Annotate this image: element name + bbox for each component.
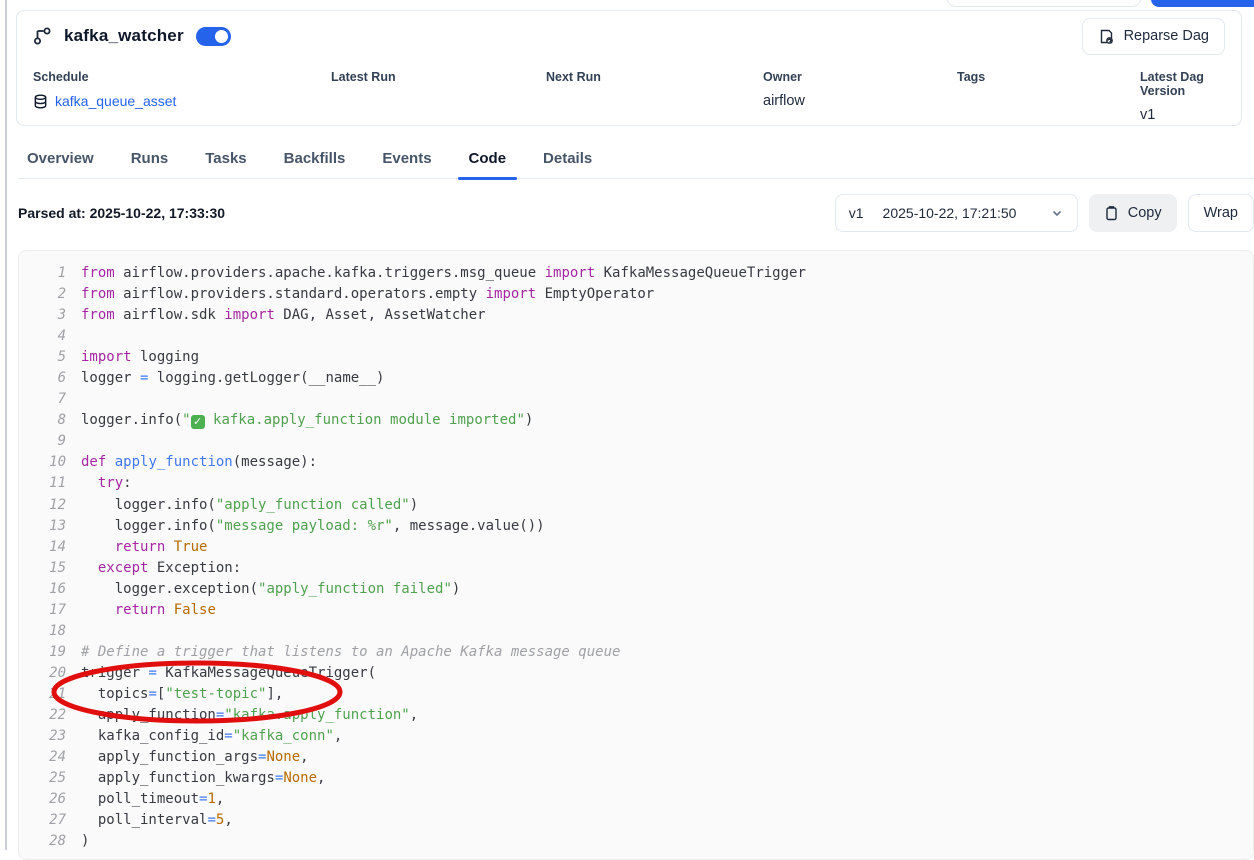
line-number: 19 (19, 642, 66, 663)
line-number: 1 (19, 263, 66, 284)
code-line: 22 apply_function="kafka.apply_function"… (19, 705, 1253, 726)
chevron-down-icon (1050, 206, 1064, 220)
clipboard-icon (1104, 205, 1119, 221)
search-input-fragment[interactable] (946, 0, 1142, 7)
code-line: 15 except Exception: (19, 558, 1253, 579)
line-number: 21 (19, 684, 66, 705)
code-line: 10def apply_function(message): (19, 452, 1253, 473)
line-number: 15 (19, 558, 66, 579)
line-number: 12 (19, 495, 66, 516)
primary-button-fragment[interactable] (1151, 0, 1254, 7)
reparse-icon (1098, 28, 1115, 45)
line-number: 17 (19, 600, 66, 621)
code-line: 25 apply_function_kwargs=None, (19, 768, 1253, 789)
code-line: 27 poll_interval=5, (19, 810, 1253, 831)
wrap-button[interactable]: Wrap (1188, 194, 1254, 232)
code-line: 6logger = logging.getLogger(__name__) (19, 368, 1253, 389)
code-line: 4 (19, 326, 1253, 347)
line-number: 16 (19, 579, 66, 600)
code-line: 16 logger.exception("apply_function fail… (19, 579, 1253, 600)
dag-version-select[interactable]: v1 2025-10-22, 17:21:50 (835, 194, 1078, 232)
stat-owner: Owner airflow (763, 70, 957, 123)
tab-tasks[interactable]: Tasks (203, 140, 248, 178)
dag-tabs: Overview Runs Tasks Backfills Events Code Deta… (18, 140, 1254, 179)
line-number: 22 (19, 705, 66, 726)
line-number: 25 (19, 768, 66, 789)
dag-title: kafka_watcher (64, 26, 184, 46)
parsed-at-text: Parsed at: 2025-10-22, 17:33:30 (18, 205, 225, 221)
panel-divider (5, 0, 7, 850)
stat-latest-dag-version: Latest Dag Version v1 (1140, 70, 1225, 123)
line-number: 24 (19, 747, 66, 768)
line-number: 6 (19, 368, 66, 389)
code-line: 14 return True (19, 537, 1253, 558)
dag-pause-toggle[interactable] (196, 27, 231, 46)
code-line: 8logger.info("✓ kafka.apply_function mod… (19, 410, 1253, 431)
code-line: 20trigger = KafkaMessageQueueTrigger( (19, 663, 1253, 684)
tab-overview[interactable]: Overview (25, 140, 96, 178)
line-number: 9 (19, 431, 66, 452)
code-line: 9 (19, 431, 1253, 452)
line-number: 3 (19, 305, 66, 326)
line-number: 7 (19, 389, 66, 410)
asset-database-icon (33, 94, 48, 109)
code-toolbar: Parsed at: 2025-10-22, 17:33:30 v1 2025-… (18, 194, 1254, 232)
tab-code[interactable]: Code (467, 140, 509, 178)
line-number: 13 (19, 516, 66, 537)
code-line: 12 logger.info("apply_function called") (19, 495, 1253, 516)
line-number: 5 (19, 347, 66, 368)
line-number: 28 (19, 831, 66, 852)
line-number: 18 (19, 621, 66, 642)
code-line: 24 apply_function_args=None, (19, 747, 1253, 768)
stat-latest-run: Latest Run (331, 70, 546, 123)
reparse-dag-button[interactable]: Reparse Dag (1082, 18, 1225, 55)
dag-source-code: 1from airflow.providers.apache.kafka.tri… (18, 250, 1254, 860)
tab-backfills[interactable]: Backfills (282, 140, 348, 178)
version-value: v1 (849, 205, 864, 221)
code-line: 13 logger.info("message payload: %r", me… (19, 516, 1253, 537)
line-number: 27 (19, 810, 66, 831)
line-number: 11 (19, 473, 66, 494)
tab-events[interactable]: Events (380, 140, 433, 178)
line-number: 8 (19, 410, 66, 431)
code-line: 5import logging (19, 347, 1253, 368)
line-number: 26 (19, 789, 66, 810)
tab-runs[interactable]: Runs (129, 140, 171, 178)
code-line: 18 (19, 621, 1253, 642)
stat-next-run: Next Run (546, 70, 763, 123)
code-line: 2from airflow.providers.standard.operato… (19, 284, 1253, 305)
code-line: 11 try: (19, 473, 1253, 494)
dag-header-card: kafka_watcher Reparse Dag Schedule (16, 10, 1242, 126)
line-number: 23 (19, 726, 66, 747)
code-line: 1from airflow.providers.apache.kafka.tri… (19, 263, 1253, 284)
code-line: 3from airflow.sdk import DAG, Asset, Ass… (19, 305, 1253, 326)
code-line: 7 (19, 389, 1253, 410)
line-number: 4 (19, 326, 66, 347)
code-line: 19# Define a trigger that listens to an … (19, 642, 1253, 663)
version-timestamp: 2025-10-22, 17:21:50 (883, 205, 1017, 221)
line-number: 14 (19, 537, 66, 558)
code-line: 21 topics=["test-topic"], (19, 684, 1253, 705)
code-line: 23 kafka_config_id="kafka_conn", (19, 726, 1253, 747)
dag-icon (33, 25, 55, 47)
schedule-asset-link[interactable]: kafka_queue_asset (55, 93, 176, 109)
stat-schedule: Schedule kafka_queue_asset (33, 70, 331, 123)
line-number: 20 (19, 663, 66, 684)
code-line: 17 return False (19, 600, 1253, 621)
line-number: 2 (19, 284, 66, 305)
line-number: 10 (19, 452, 66, 473)
tab-details[interactable]: Details (541, 140, 594, 178)
stat-tags: Tags (957, 70, 1140, 123)
copy-button[interactable]: Copy (1089, 194, 1177, 232)
code-line: 28) (19, 831, 1253, 852)
dag-stats-row: Schedule kafka_queue_asset Latest Run Ne… (33, 70, 1225, 123)
code-line: 26 poll_timeout=1, (19, 789, 1253, 810)
